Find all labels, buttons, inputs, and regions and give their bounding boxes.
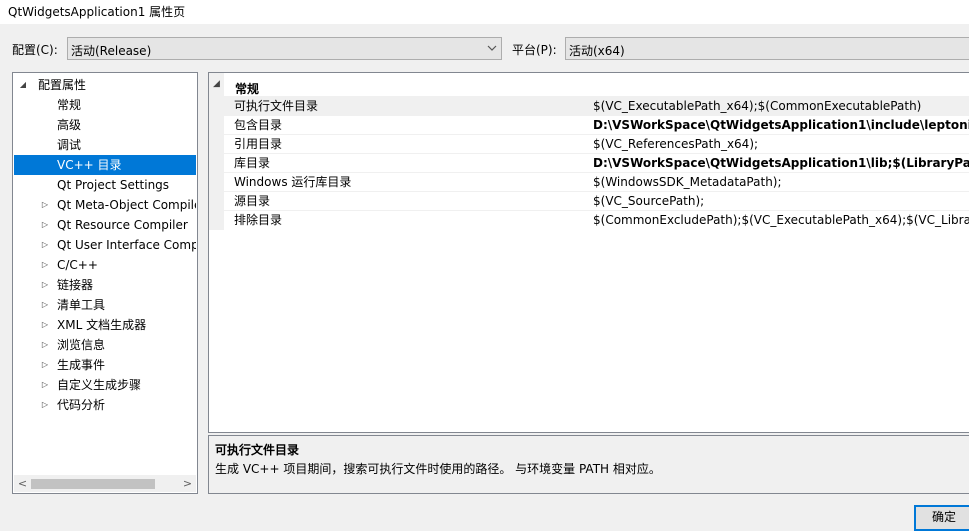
tree-item[interactable]: ▷ Qt Meta-Object Compiler xyxy=(14,195,196,215)
property-value[interactable]: $(CommonExcludePath);$(VC_ExecutablePath… xyxy=(593,211,969,230)
tree-horizontal-scrollbar[interactable]: < > xyxy=(14,475,196,492)
tree-item[interactable]: ▷ Qt User Interface Compiler xyxy=(14,235,196,255)
property-name: 包含目录 xyxy=(234,118,283,132)
grid-gutter xyxy=(209,73,224,230)
tree-item[interactable]: 调试 xyxy=(14,135,196,155)
tree-item[interactable]: Qt Project Settings xyxy=(14,175,196,195)
expand-triangle-icon[interactable]: ▷ xyxy=(40,235,50,255)
tree-item-label: VC++ 目录 xyxy=(57,158,122,172)
expand-triangle-icon[interactable]: ▷ xyxy=(40,335,50,355)
tree-item-label: 生成事件 xyxy=(57,358,106,372)
property-value[interactable]: $(VC_SourcePath); xyxy=(593,192,704,211)
property-name: 排除目录 xyxy=(234,213,283,227)
tree-item[interactable]: ▷ 自定义生成步骤 xyxy=(14,375,196,395)
expand-triangle-icon[interactable]: ▷ xyxy=(40,395,50,415)
property-row[interactable]: 可执行文件目录 $(VC_ExecutablePath_x64);$(Common… xyxy=(224,96,969,115)
tree-item-label: 链接器 xyxy=(57,278,94,292)
platform-value: 活动(x64) xyxy=(569,44,625,58)
description-title: 可执行文件目录 xyxy=(215,443,300,457)
tree-root-config-properties[interactable]: ◢ 配置属性 xyxy=(14,75,196,95)
title-bar: QtWidgetsApplication1 属性页 xyxy=(0,0,969,24)
property-row[interactable]: 包含目录 D:\VSWorkSpace\QtWidgetsApplication1… xyxy=(224,115,969,134)
expand-triangle-icon[interactable]: ▷ xyxy=(40,255,50,275)
property-value[interactable]: D:\VSWorkSpace\QtWidgetsApplication1\inc… xyxy=(593,116,969,135)
description-panel: 可执行文件目录 生成 VC++ 项目期间，搜索可执行文件时使用的路径。 与环境变… xyxy=(208,435,969,494)
tree-item-label: 清单工具 xyxy=(57,298,106,312)
expand-triangle-icon[interactable]: ▷ xyxy=(40,275,50,295)
property-grid[interactable]: ◢ 常规 可执行文件目录 $(VC_ExecutablePath_x64);$(C… xyxy=(208,72,969,433)
tree-item-label: Qt Meta-Object Compiler xyxy=(57,198,196,212)
expand-triangle-icon[interactable]: ▷ xyxy=(40,195,50,215)
property-row[interactable]: 库目录 D:\VSWorkSpace\QtWidgetsApplication1\… xyxy=(224,153,969,172)
expand-triangle-icon[interactable]: ▷ xyxy=(40,375,50,395)
property-name: 源目录 xyxy=(234,194,271,208)
tree-item[interactable]: VC++ 目录 xyxy=(14,155,196,175)
window-title: QtWidgetsApplication1 属性页 xyxy=(8,5,186,19)
chevron-down-icon xyxy=(487,45,497,51)
scroll-left-icon[interactable]: < xyxy=(14,475,31,492)
tree-item[interactable]: ▷ XML 文档生成器 xyxy=(14,315,196,335)
platform-label: 平台(P): xyxy=(512,43,557,57)
expand-triangle-icon[interactable]: ▷ xyxy=(40,315,50,335)
tree-item[interactable]: ▷ Qt Resource Compiler xyxy=(14,215,196,235)
collapse-triangle-icon[interactable]: ◢ xyxy=(213,79,220,89)
tree-item-label: 代码分析 xyxy=(57,398,106,412)
scrollbar-thumb[interactable] xyxy=(31,479,155,489)
description-text: 生成 VC++ 项目期间，搜索可执行文件时使用的路径。 与环境变量 PATH 相… xyxy=(215,462,661,476)
tree-item[interactable]: ▷ 清单工具 xyxy=(14,295,196,315)
expanded-triangle-icon: ◢ xyxy=(19,80,27,89)
tree-item-label: Qt Resource Compiler xyxy=(57,218,188,232)
property-name: 库目录 xyxy=(234,156,271,170)
tree-item-label: 自定义生成步骤 xyxy=(57,378,142,392)
config-combo[interactable]: 活动(Release) xyxy=(67,37,502,60)
property-name: Windows 运行库目录 xyxy=(234,175,352,189)
property-tree[interactable]: ◢ 配置属性 常规高级调试 VC++ 目录 Qt Project Settings ▷… xyxy=(12,72,198,494)
property-name: 引用目录 xyxy=(234,137,283,151)
config-label: 配置(C): xyxy=(12,43,58,57)
property-value[interactable]: $(VC_ReferencesPath_x64); xyxy=(593,135,758,154)
expand-triangle-icon[interactable]: ▷ xyxy=(40,215,50,235)
config-value: 活动(Release) xyxy=(71,44,152,58)
tree-item[interactable]: ▷ 代码分析 xyxy=(14,395,196,415)
scroll-right-icon[interactable]: > xyxy=(179,475,196,492)
property-name: 可执行文件目录 xyxy=(234,99,319,113)
tree-item-label: XML 文档生成器 xyxy=(57,318,147,332)
tree-item[interactable]: ▷ 生成事件 xyxy=(14,355,196,375)
tree-item-label: C/C++ xyxy=(57,258,98,272)
tree-item-label: 常规 xyxy=(57,98,82,112)
tree-item[interactable]: ▷ 链接器 xyxy=(14,275,196,295)
property-row[interactable]: 引用目录 $(VC_ReferencesPath_x64); xyxy=(224,134,969,153)
tree-item-label: Qt User Interface Compiler xyxy=(57,238,196,252)
tree-item-label: Qt Project Settings xyxy=(57,178,170,192)
property-value[interactable]: $(VC_ExecutablePath_x64);$(CommonExecuta… xyxy=(593,97,921,116)
tree-item[interactable]: ▷ 浏览信息 xyxy=(14,335,196,355)
tree-item-label: 调试 xyxy=(57,138,82,152)
expand-triangle-icon[interactable]: ▷ xyxy=(40,355,50,375)
property-row[interactable]: 源目录 $(VC_SourcePath); xyxy=(224,191,969,210)
expand-triangle-icon[interactable]: ▷ xyxy=(40,295,50,315)
property-value[interactable]: D:\VSWorkSpace\QtWidgetsApplication1\lib… xyxy=(593,154,969,173)
tree-item-label: 高级 xyxy=(57,118,82,132)
property-row[interactable]: Windows 运行库目录 $(WindowsSDK_MetadataPath); xyxy=(224,172,969,191)
property-row[interactable]: 排除目录 $(CommonExcludePath);$(VC_Executable… xyxy=(224,210,969,229)
property-value[interactable]: $(WindowsSDK_MetadataPath); xyxy=(593,173,782,192)
tree-item[interactable]: 高级 xyxy=(14,115,196,135)
ok-button[interactable]: 确定 xyxy=(914,505,969,531)
platform-combo[interactable]: 活动(x64) xyxy=(565,37,969,60)
tree-item[interactable]: ▷ C/C++ xyxy=(14,255,196,275)
tree-item[interactable]: 常规 xyxy=(14,95,196,115)
tree-item-label: 浏览信息 xyxy=(57,338,106,352)
category-header[interactable]: ◢ 常规 xyxy=(209,78,969,96)
